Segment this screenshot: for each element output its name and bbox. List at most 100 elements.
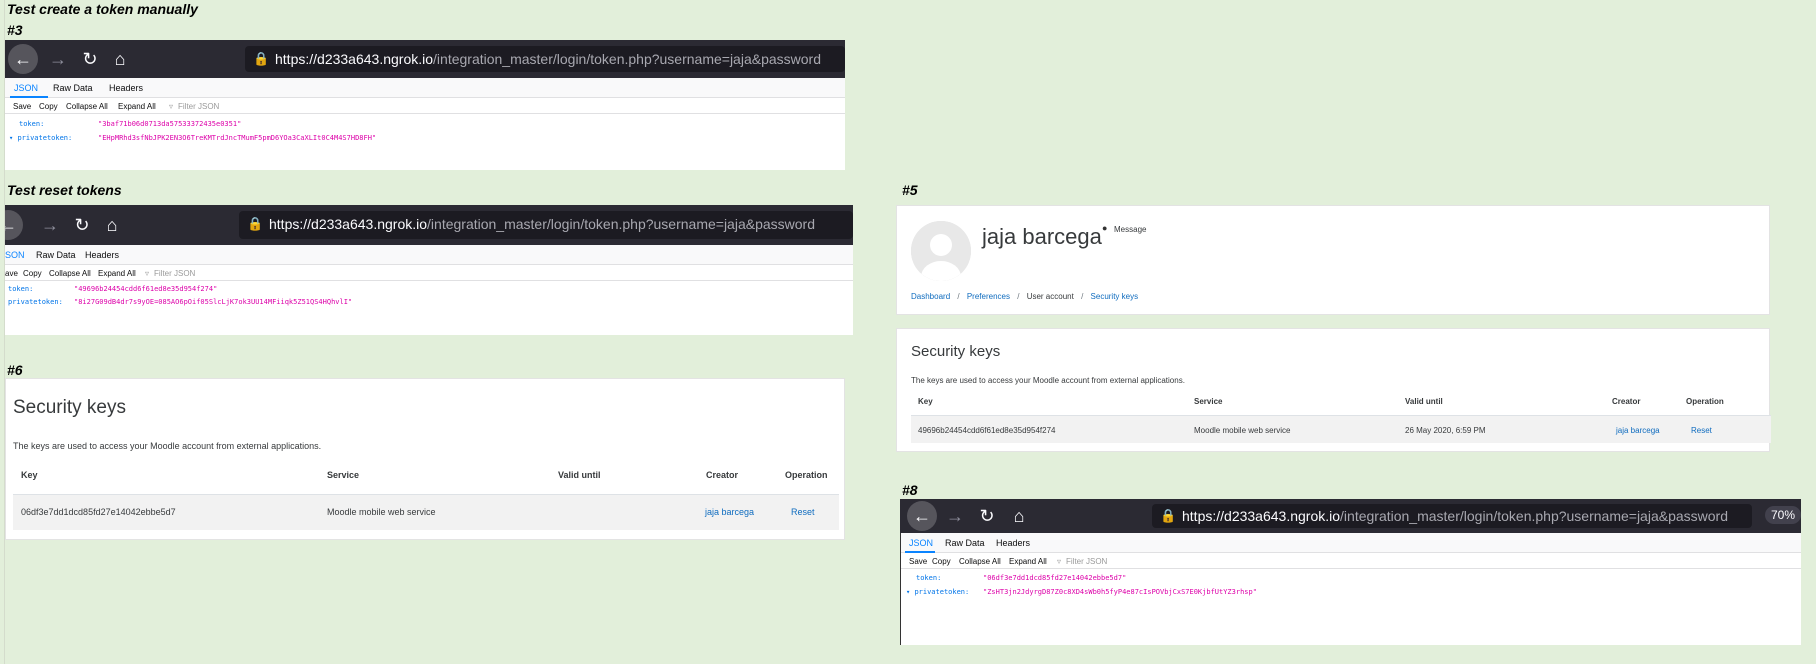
filter-icon: ▿ (145, 269, 150, 278)
reload-icon[interactable]: ↻ (75, 44, 105, 74)
key-cell: 49696b24454cdd6f61ed8e35d954f274 (918, 426, 1056, 435)
collapse-all-button[interactable]: Collapse All (66, 102, 108, 111)
url-bar[interactable]: 🔒 https://d233a643.ngrok.io/integration_… (1152, 504, 1752, 528)
token-key: token: (19, 120, 45, 128)
heading-reset-tokens: Test reset tokens (7, 182, 122, 198)
privatetoken-key: privatetoken: (17, 134, 73, 142)
key-cell: 06df3e7dd1dcd85fd27e14042ebbe5d7 (21, 507, 176, 517)
col-key: Key (918, 397, 933, 406)
expand-all-button[interactable]: Expand All (1009, 557, 1047, 566)
url-host: d233a643.ngrok.io (317, 51, 434, 67)
message-link[interactable]: Message (1114, 225, 1146, 234)
description: The keys are used to access your Moodle … (911, 376, 1185, 385)
back-icon[interactable]: ← (5, 210, 23, 240)
creator-link[interactable]: jaja barcega (705, 507, 754, 517)
tab-headers[interactable]: Headers (996, 538, 1030, 548)
label-8: #8 (902, 482, 918, 498)
valid-until-cell: 26 May 2020, 6:59 PM (1405, 426, 1486, 435)
profile-name: jaja barcega (982, 224, 1102, 249)
reload-icon[interactable]: ↻ (67, 210, 97, 240)
filter-json-input[interactable]: Filter JSON (1066, 557, 1107, 566)
breadcrumb-user-account[interactable]: User account (1027, 292, 1074, 301)
col-valid-until: Valid until (558, 470, 601, 480)
url-prefix: https:// (275, 51, 318, 67)
privatetoken-value: "8i27G09dB4dr7s9yOE=085AO6pOif05SlcLjK7o… (74, 298, 353, 306)
browser-toolbar-3: ← → ↻ ⌂ 🔒 https://d233a643.ngrok.io/inte… (5, 40, 845, 78)
breadcrumb-security-keys[interactable]: Security keys (1091, 292, 1139, 301)
col-valid-until: Valid until (1405, 397, 1443, 406)
token-key: token: (916, 574, 942, 582)
message-icon[interactable]: ● (1102, 223, 1107, 233)
copy-button[interactable]: Copy (23, 269, 42, 278)
token-key: token: (8, 285, 34, 293)
collapse-all-button[interactable]: Collapse All (959, 557, 1001, 566)
tab-raw-data[interactable]: Raw Data (945, 538, 985, 548)
forward-icon[interactable]: → (940, 501, 970, 531)
browser-toolbar-8: ← → ↻ ⌂ 🔒 https://d233a643.ngrok.io/inte… (900, 499, 1801, 533)
home-icon[interactable]: ⌂ (97, 210, 127, 240)
tab-json[interactable]: JSON (14, 83, 38, 93)
heading-create-token: Test create a token manually (7, 1, 198, 17)
tab-raw-data[interactable]: Raw Data (53, 83, 93, 93)
tab-raw-data[interactable]: Raw Data (36, 250, 76, 260)
forward-icon[interactable]: → (35, 210, 65, 240)
label-5: #5 (902, 182, 918, 198)
expand-arrow-icon[interactable]: ▾ (9, 134, 13, 142)
reset-link[interactable]: Reset (791, 507, 815, 517)
privatetoken-key: privatetoken: (8, 298, 63, 306)
expand-all-button[interactable]: Expand All (98, 269, 136, 278)
privatetoken-key: privatetoken: (914, 588, 970, 596)
tab-headers[interactable]: Headers (109, 83, 143, 93)
col-creator: Creator (706, 470, 739, 480)
forward-icon[interactable]: → (43, 44, 73, 74)
url-prefix: https:// (1182, 508, 1225, 524)
copy-button[interactable]: Copy (39, 102, 58, 111)
save-button[interactable]: ave (5, 269, 18, 278)
filter-icon: ▿ (1057, 557, 1062, 566)
filter-icon: ▿ (169, 102, 174, 111)
label-3: #3 (7, 22, 23, 38)
table-row: 49696b24454cdd6f61ed8e35d954f274 Moodle … (911, 415, 1771, 443)
tab-json[interactable]: SON (5, 250, 25, 260)
reload-icon[interactable]: ↻ (972, 501, 1002, 531)
col-creator: Creator (1612, 397, 1641, 406)
save-button[interactable]: Save (909, 557, 927, 566)
col-service: Service (1194, 397, 1223, 406)
back-icon[interactable]: ← (8, 44, 38, 74)
url-bar[interactable]: 🔒 https://d233a643.ngrok.io/integration_… (239, 211, 853, 239)
security-keys-panel-6: Security keys The keys are used to acces… (5, 378, 845, 540)
url-path: /integration_master/login/token.php?user… (1340, 508, 1728, 524)
json-viewer-reset: SON Raw Data Headers ave Copy Collapse A… (5, 245, 853, 335)
expand-arrow-icon[interactable]: ▾ (906, 588, 910, 596)
expand-all-button[interactable]: Expand All (118, 102, 156, 111)
collapse-all-button[interactable]: Collapse All (49, 269, 91, 278)
back-icon[interactable]: ← (907, 501, 937, 531)
copy-button[interactable]: Copy (932, 557, 951, 566)
token-value: "06df3e7dd1dcd85fd27e14042ebbe5d7" (983, 574, 1127, 582)
label-6: #6 (7, 362, 23, 378)
filter-json-input[interactable]: Filter JSON (178, 102, 219, 111)
tab-json[interactable]: JSON (909, 538, 933, 548)
col-operation: Operation (785, 470, 828, 480)
security-keys-panel-5: Security keys The keys are used to acces… (896, 328, 1771, 452)
browser-toolbar-reset: ← → ↻ ⌂ 🔒 https://d233a643.ngrok.io/inte… (5, 205, 853, 245)
json-viewer-8: JSON Raw Data Headers Save Copy Collapse… (900, 533, 1801, 645)
page-title: Security keys (911, 343, 1001, 360)
lock-icon: 🔒 (1160, 508, 1177, 523)
url-bar[interactable]: 🔒 https://d233a643.ngrok.io/integration_… (245, 46, 845, 72)
save-button[interactable]: Save (13, 102, 31, 111)
reset-link[interactable]: Reset (1691, 426, 1712, 435)
filter-json-input[interactable]: Filter JSON (154, 269, 195, 278)
breadcrumb-preferences[interactable]: Preferences (967, 292, 1010, 301)
home-icon[interactable]: ⌂ (105, 44, 135, 74)
home-icon[interactable]: ⌂ (1004, 501, 1034, 531)
creator-link[interactable]: jaja barcega (1616, 426, 1660, 435)
breadcrumb-dashboard[interactable]: Dashboard (911, 292, 950, 301)
page-title: Security keys (13, 397, 126, 418)
table-row: 06df3e7dd1dcd85fd27e14042ebbe5d7 Moodle … (13, 494, 839, 530)
tab-headers[interactable]: Headers (85, 250, 119, 260)
zoom-level[interactable]: 70% (1764, 506, 1801, 524)
privatetoken-value: "ZsHT3jn2JdyrgD87Z0c8XD4sWb0h5fyP4e87cIs… (983, 588, 1257, 596)
token-value: "3baf71b06d0713da57533372435e0351" (98, 120, 242, 128)
lock-icon: 🔒 (253, 51, 270, 66)
